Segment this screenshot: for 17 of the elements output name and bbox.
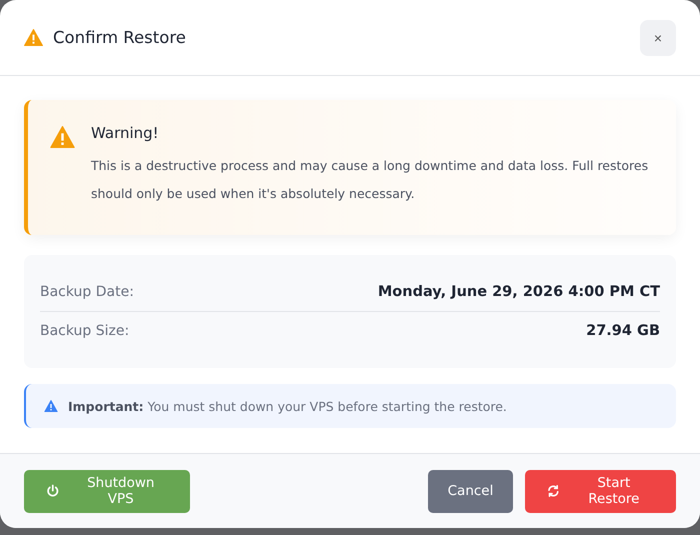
- warning-icon: [44, 400, 58, 412]
- cancel-button[interactable]: Cancel: [428, 470, 513, 512]
- close-button[interactable]: ×: [640, 20, 676, 56]
- detail-label: Backup Date:: [40, 284, 134, 300]
- start-restore-button[interactable]: Start Restore: [525, 470, 676, 512]
- warning-text: This is a destructive process and may cause a long downtime and data loss. Full restores should only be used when it's absolutely necessary.: [91, 157, 650, 203]
- warning-icon: [24, 29, 43, 46]
- notice-text: Important: You must shut down your VPS before starting the restore.: [68, 398, 507, 414]
- warning-icon: [50, 126, 75, 148]
- detail-label: Backup Size:: [40, 323, 130, 339]
- warning-title: Warning!: [91, 124, 160, 142]
- dialog-title: Confirm Restore: [53, 28, 187, 47]
- detail-value: 27.94 GB: [586, 323, 660, 339]
- shutdown-button[interactable]: Shutdown VPS: [24, 470, 190, 512]
- refresh-icon: [547, 484, 560, 498]
- power-icon: [46, 484, 60, 498]
- detail-value: Monday, June 29, 2026 4:00 PM CT: [378, 284, 660, 300]
